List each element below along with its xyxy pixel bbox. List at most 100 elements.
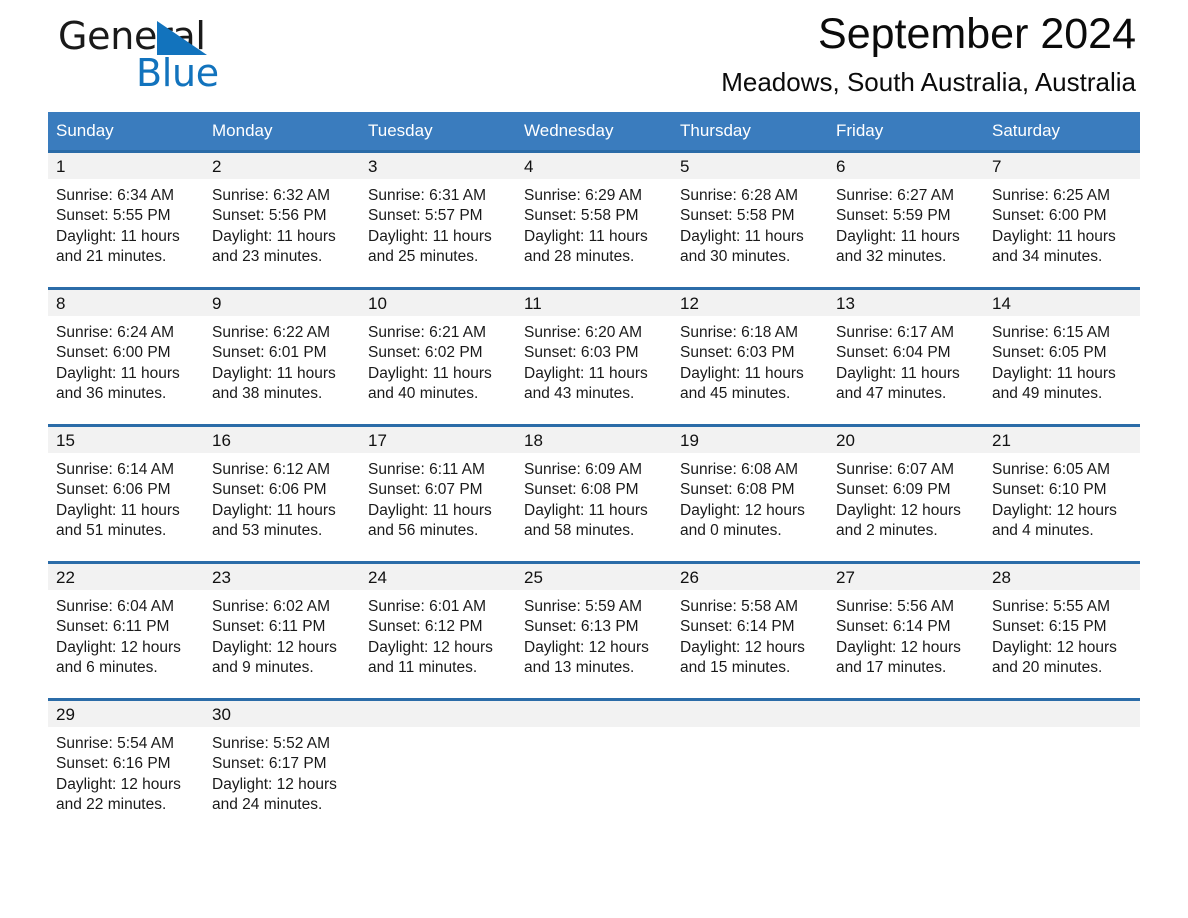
sunset-time: Sunset: 6:00 PM bbox=[992, 207, 1107, 225]
day-number-band: 13 bbox=[828, 290, 984, 316]
day-sun-info: Sunrise: 6:27 AM Sunset: 5:59 PM Daylight:… bbox=[828, 179, 984, 267]
day-number-band: 30 bbox=[204, 701, 360, 727]
sunset-time: Sunset: 6:16 PM bbox=[56, 755, 171, 773]
calendar-day-cell[interactable]: 23 Sunrise: 6:02 AM Sunset: 6:11 PM Dayligh… bbox=[204, 561, 360, 679]
day-number-band bbox=[984, 701, 1140, 727]
calendar-day-cell[interactable]: 19 Sunrise: 6:08 AM Sunset: 6:08 PM Dayligh… bbox=[672, 424, 828, 542]
week-spacer-cell bbox=[48, 405, 1140, 426]
daylight-duration: Daylight: 12 hours and 11 minutes. bbox=[368, 638, 493, 676]
calendar-day-cell[interactable]: 22 Sunrise: 6:04 AM Sunset: 6:11 PM Dayligh… bbox=[48, 561, 204, 679]
sunrise-time: Sunrise: 6:22 AM bbox=[212, 324, 331, 341]
day-number-band: 29 bbox=[48, 701, 204, 727]
sunset-time: Sunset: 5:58 PM bbox=[680, 207, 795, 225]
sunset-time: Sunset: 6:13 PM bbox=[524, 618, 639, 636]
calendar-day-cell[interactable]: 17 Sunrise: 6:11 AM Sunset: 6:07 PM Dayligh… bbox=[360, 424, 516, 542]
day-number: 11 bbox=[524, 294, 542, 313]
daylight-duration: Daylight: 11 hours and 58 minutes. bbox=[524, 501, 648, 539]
daylight-duration: Daylight: 11 hours and 30 minutes. bbox=[680, 227, 804, 265]
day-cell-content bbox=[828, 701, 984, 801]
sunset-time: Sunset: 6:03 PM bbox=[680, 344, 795, 362]
day-number: 19 bbox=[680, 431, 699, 450]
day-number: 29 bbox=[56, 705, 75, 724]
calendar-day-cell[interactable]: 24 Sunrise: 6:01 AM Sunset: 6:12 PM Dayligh… bbox=[360, 561, 516, 679]
day-number: 28 bbox=[992, 568, 1011, 587]
calendar-day-cell[interactable]: 8 Sunrise: 6:24 AM Sunset: 6:00 PM Daylight… bbox=[48, 287, 204, 405]
calendar-day-cell[interactable]: 13 Sunrise: 6:17 AM Sunset: 6:04 PM Dayligh… bbox=[828, 287, 984, 405]
day-sun-info: Sunrise: 6:11 AM Sunset: 6:07 PM Daylight:… bbox=[360, 453, 516, 541]
daylight-duration: Daylight: 12 hours and 17 minutes. bbox=[836, 638, 961, 676]
calendar-day-cell[interactable]: 5 Sunrise: 6:28 AM Sunset: 5:58 PM Daylight… bbox=[672, 150, 828, 268]
calendar-day-cell[interactable]: 20 Sunrise: 6:07 AM Sunset: 6:09 PM Dayligh… bbox=[828, 424, 984, 542]
calendar-day-cell[interactable]: 2 Sunrise: 6:32 AM Sunset: 5:56 PM Daylight… bbox=[204, 150, 360, 268]
day-number-band: 1 bbox=[48, 153, 204, 179]
daylight-duration: Daylight: 12 hours and 24 minutes. bbox=[212, 775, 337, 813]
calendar-day-cell[interactable]: 18 Sunrise: 6:09 AM Sunset: 6:08 PM Dayligh… bbox=[516, 424, 672, 542]
day-number-band: 6 bbox=[828, 153, 984, 179]
calendar-day-cell[interactable]: 6 Sunrise: 6:27 AM Sunset: 5:59 PM Daylight… bbox=[828, 150, 984, 268]
day-cell-content: 19 Sunrise: 6:08 AM Sunset: 6:08 PM Dayligh… bbox=[672, 427, 828, 542]
day-number: 10 bbox=[368, 294, 387, 313]
sunrise-time: Sunrise: 6:18 AM bbox=[680, 324, 799, 341]
sunrise-time: Sunrise: 6:31 AM bbox=[368, 187, 487, 204]
sunrise-time: Sunrise: 5:58 AM bbox=[680, 598, 799, 615]
daylight-duration: Daylight: 11 hours and 51 minutes. bbox=[56, 501, 180, 539]
calendar-day-cell[interactable]: 10 Sunrise: 6:21 AM Sunset: 6:02 PM Dayligh… bbox=[360, 287, 516, 405]
day-cell-content: 11 Sunrise: 6:20 AM Sunset: 6:03 PM Dayligh… bbox=[516, 290, 672, 405]
day-sun-info: Sunrise: 5:54 AM Sunset: 6:16 PM Daylight:… bbox=[48, 727, 204, 815]
calendar-day-cell[interactable]: 29 Sunrise: 5:54 AM Sunset: 6:16 PM Dayligh… bbox=[48, 698, 204, 816]
calendar-day-cell[interactable]: 7 Sunrise: 6:25 AM Sunset: 6:00 PM Daylight… bbox=[984, 150, 1140, 268]
calendar-day-cell[interactable]: 27 Sunrise: 5:56 AM Sunset: 6:14 PM Dayligh… bbox=[828, 561, 984, 679]
calendar-day-cell[interactable]: 4 Sunrise: 6:29 AM Sunset: 5:58 PM Daylight… bbox=[516, 150, 672, 268]
calendar-day-cell[interactable]: 14 Sunrise: 6:15 AM Sunset: 6:05 PM Dayligh… bbox=[984, 287, 1140, 405]
sunset-time: Sunset: 6:08 PM bbox=[524, 481, 639, 499]
calendar-day-cell[interactable]: 28 Sunrise: 5:55 AM Sunset: 6:15 PM Dayligh… bbox=[984, 561, 1140, 679]
calendar-week-row: 22 Sunrise: 6:04 AM Sunset: 6:11 PM Dayligh… bbox=[48, 561, 1140, 679]
calendar-day-cell[interactable]: 11 Sunrise: 6:20 AM Sunset: 6:03 PM Dayligh… bbox=[516, 287, 672, 405]
day-cell-content: 4 Sunrise: 6:29 AM Sunset: 5:58 PM Daylight… bbox=[516, 153, 672, 268]
day-sun-info: Sunrise: 6:12 AM Sunset: 6:06 PM Daylight:… bbox=[204, 453, 360, 541]
calendar-day-cell[interactable]: 21 Sunrise: 6:05 AM Sunset: 6:10 PM Dayligh… bbox=[984, 424, 1140, 542]
calendar-day-cell[interactable]: 1 Sunrise: 6:34 AM Sunset: 5:55 PM Daylight… bbox=[48, 150, 204, 268]
day-cell-content: 20 Sunrise: 6:07 AM Sunset: 6:09 PM Dayligh… bbox=[828, 427, 984, 542]
day-sun-info: Sunrise: 6:22 AM Sunset: 6:01 PM Daylight:… bbox=[204, 316, 360, 404]
calendar-day-cell[interactable]: 30 Sunrise: 5:52 AM Sunset: 6:17 PM Dayligh… bbox=[204, 698, 360, 816]
calendar-day-cell[interactable]: 26 Sunrise: 5:58 AM Sunset: 6:14 PM Dayligh… bbox=[672, 561, 828, 679]
day-number-band: 18 bbox=[516, 427, 672, 453]
day-sun-info: Sunrise: 6:17 AM Sunset: 6:04 PM Daylight:… bbox=[828, 316, 984, 404]
calendar-day-cell[interactable]: 3 Sunrise: 6:31 AM Sunset: 5:57 PM Daylight… bbox=[360, 150, 516, 268]
day-cell-content: 27 Sunrise: 5:56 AM Sunset: 6:14 PM Dayligh… bbox=[828, 564, 984, 679]
sunset-time: Sunset: 6:11 PM bbox=[56, 618, 170, 636]
sunset-time: Sunset: 6:06 PM bbox=[212, 481, 327, 499]
calendar-day-cell[interactable]: 9 Sunrise: 6:22 AM Sunset: 6:01 PM Daylight… bbox=[204, 287, 360, 405]
day-number-band: 26 bbox=[672, 564, 828, 590]
general-blue-logo[interactable]: General Blue bbox=[58, 16, 318, 102]
calendar-day-cell[interactable]: 16 Sunrise: 6:12 AM Sunset: 6:06 PM Dayligh… bbox=[204, 424, 360, 542]
day-number: 8 bbox=[56, 294, 66, 313]
day-sun-info: Sunrise: 6:01 AM Sunset: 6:12 PM Daylight:… bbox=[360, 590, 516, 678]
calendar-week-row: 15 Sunrise: 6:14 AM Sunset: 6:06 PM Dayligh… bbox=[48, 424, 1140, 542]
sunrise-time: Sunrise: 5:52 AM bbox=[212, 735, 331, 752]
daylight-duration: Daylight: 11 hours and 38 minutes. bbox=[212, 364, 336, 402]
day-number-band: 2 bbox=[204, 153, 360, 179]
calendar-day-cell bbox=[672, 698, 828, 816]
day-number: 26 bbox=[680, 568, 699, 587]
day-number: 5 bbox=[680, 157, 690, 176]
weekday-header-monday: Monday bbox=[204, 112, 360, 152]
sunset-time: Sunset: 6:09 PM bbox=[836, 481, 951, 499]
daylight-duration: Daylight: 12 hours and 13 minutes. bbox=[524, 638, 649, 676]
daylight-duration: Daylight: 11 hours and 43 minutes. bbox=[524, 364, 648, 402]
calendar-day-cell[interactable]: 15 Sunrise: 6:14 AM Sunset: 6:06 PM Dayligh… bbox=[48, 424, 204, 542]
day-number: 6 bbox=[836, 157, 846, 176]
day-sun-info: Sunrise: 6:34 AM Sunset: 5:55 PM Daylight:… bbox=[48, 179, 204, 267]
day-number: 7 bbox=[992, 157, 1002, 176]
sunrise-time: Sunrise: 6:24 AM bbox=[56, 324, 175, 341]
day-number-band: 15 bbox=[48, 427, 204, 453]
calendar-day-cell[interactable]: 12 Sunrise: 6:18 AM Sunset: 6:03 PM Dayligh… bbox=[672, 287, 828, 405]
day-cell-content: 24 Sunrise: 6:01 AM Sunset: 6:12 PM Dayligh… bbox=[360, 564, 516, 679]
calendar-day-cell[interactable]: 25 Sunrise: 5:59 AM Sunset: 6:13 PM Dayligh… bbox=[516, 561, 672, 679]
day-number-band: 14 bbox=[984, 290, 1140, 316]
week-spacer-cell bbox=[48, 268, 1140, 289]
day-sun-info: Sunrise: 5:52 AM Sunset: 6:17 PM Daylight:… bbox=[204, 727, 360, 815]
day-cell-content: 3 Sunrise: 6:31 AM Sunset: 5:57 PM Daylight… bbox=[360, 153, 516, 268]
sunrise-time: Sunrise: 5:54 AM bbox=[56, 735, 175, 752]
